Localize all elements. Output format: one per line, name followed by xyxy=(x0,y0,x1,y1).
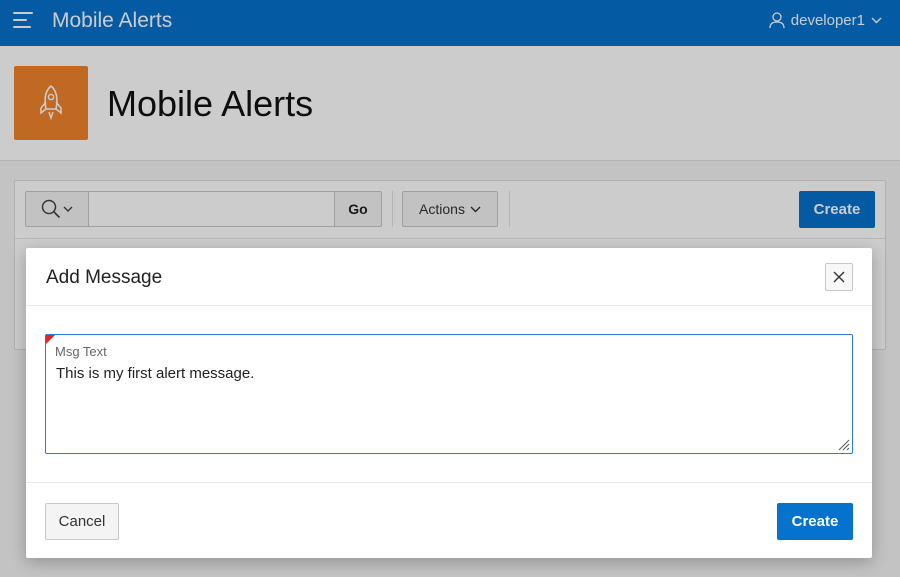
close-button[interactable] xyxy=(825,263,853,291)
dialog-footer-divider xyxy=(26,482,872,483)
msg-text-label: Msg Text xyxy=(55,344,107,359)
add-message-dialog: Add Message Msg Text This is my first al… xyxy=(26,248,872,558)
dialog-create-button[interactable]: Create xyxy=(777,503,853,540)
msg-text-value[interactable]: This is my first alert message. xyxy=(56,365,254,382)
msg-text-field[interactable]: Msg Text This is my first alert message. xyxy=(45,334,853,454)
resize-handle-icon[interactable] xyxy=(836,437,850,451)
dialog-header-divider xyxy=(26,305,872,306)
cancel-button[interactable]: Cancel xyxy=(45,503,119,540)
close-icon xyxy=(833,271,845,283)
required-marker xyxy=(46,335,55,344)
dialog-title: Add Message xyxy=(46,267,163,288)
